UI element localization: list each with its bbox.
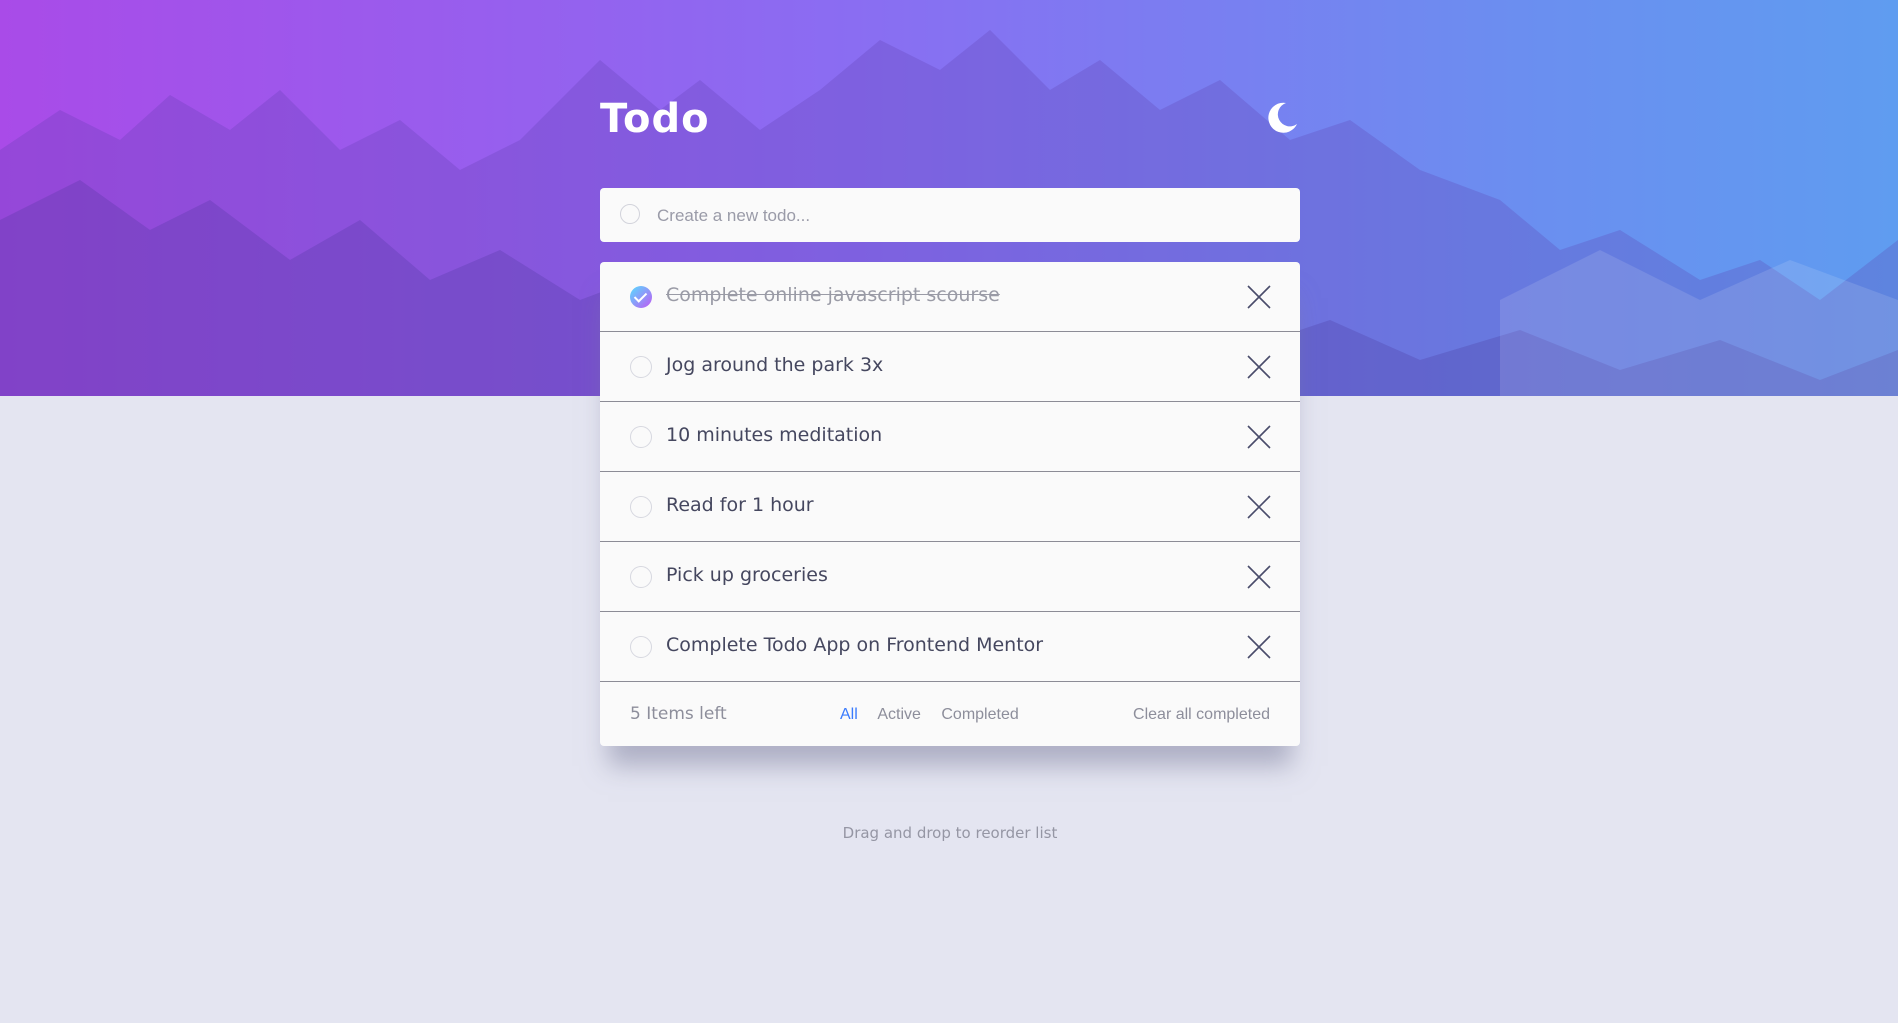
unchecked-circle-icon[interactable] <box>630 356 652 378</box>
unchecked-circle-icon[interactable] <box>630 566 652 588</box>
close-icon[interactable] <box>1246 564 1272 590</box>
close-icon[interactable] <box>1246 494 1272 520</box>
todo-text: Pick up groceries <box>666 564 828 586</box>
todo-text: Read for 1 hour <box>666 494 814 516</box>
items-left-count: 5 Items left <box>630 704 727 724</box>
checked-icon[interactable] <box>630 286 652 308</box>
filter-completed[interactable]: Completed <box>941 706 1018 723</box>
unchecked-circle-icon[interactable] <box>630 636 652 658</box>
filter-active[interactable]: Active <box>877 706 921 723</box>
todo-text: Complete online javascript scourse <box>666 284 1000 306</box>
todo-item[interactable]: Complete Todo App on Frontend Mentor <box>600 612 1300 682</box>
close-icon[interactable] <box>1246 634 1272 660</box>
app-title: Todo <box>600 96 710 142</box>
todo-text: 10 minutes meditation <box>666 424 883 446</box>
filter-group: All Active Completed <box>840 706 1035 724</box>
app-header: Todo <box>600 94 1300 150</box>
clear-completed-button[interactable]: Clear all completed <box>1133 706 1270 724</box>
todo-list: Complete online javascript scourse Jog a… <box>600 262 1300 746</box>
reorder-hint: Drag and drop to reorder list <box>842 824 1058 842</box>
unchecked-circle-icon[interactable] <box>630 426 652 448</box>
todo-text: Complete Todo App on Frontend Mentor <box>666 634 1044 656</box>
moon-icon <box>1268 102 1297 133</box>
close-icon[interactable] <box>1246 284 1272 310</box>
new-todo-bar <box>600 188 1300 242</box>
todo-text: Jog around the park 3x <box>666 354 884 376</box>
close-icon[interactable] <box>1246 354 1272 380</box>
list-footer: 5 Items left All Active Completed Clear … <box>600 682 1300 746</box>
new-todo-circle-icon <box>620 204 640 224</box>
theme-toggle-button[interactable] <box>1264 100 1300 136</box>
todo-item[interactable]: Jog around the park 3x <box>600 332 1300 402</box>
close-icon[interactable] <box>1246 424 1272 450</box>
new-todo-input[interactable] <box>655 198 1279 234</box>
unchecked-circle-icon[interactable] <box>630 496 652 518</box>
todo-item[interactable]: Pick up groceries <box>600 542 1300 612</box>
todo-item[interactable]: Read for 1 hour <box>600 472 1300 542</box>
todo-item[interactable]: Complete online javascript scourse <box>600 262 1300 332</box>
filter-all[interactable]: All <box>840 706 858 723</box>
todo-item[interactable]: 10 minutes meditation <box>600 402 1300 472</box>
